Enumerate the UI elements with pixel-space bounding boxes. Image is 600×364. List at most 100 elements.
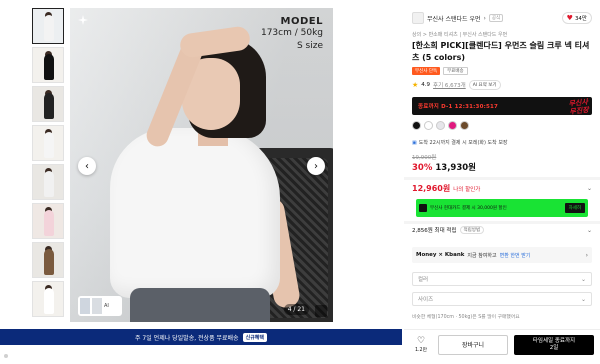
model-tshirt bbox=[110, 128, 280, 298]
price-row: 30% 13,930원 bbox=[412, 161, 476, 173]
brand-like-count: 34만 bbox=[574, 16, 587, 22]
chevron-right-icon: › bbox=[585, 251, 588, 259]
sparkle-icon[interactable] bbox=[78, 15, 88, 25]
product-info-panel: 무신사 스탠다드 우먼 › 공식 ♥ 34만 상의 > 반소매 티셔츠 | 무신… bbox=[404, 0, 600, 364]
like-button[interactable]: ♡ 1.2만 bbox=[410, 336, 432, 353]
brand-logo[interactable] bbox=[412, 12, 424, 24]
breadcrumb[interactable]: 상의 > 반소매 티셔츠 | 무신사 스탠다드 우먼 bbox=[412, 31, 507, 38]
thumbnail[interactable] bbox=[32, 242, 64, 278]
money-text: 지금 참여하고 bbox=[467, 252, 497, 259]
expand-icon[interactable] bbox=[315, 305, 327, 317]
divider bbox=[404, 177, 600, 180]
sale-price: 13,930원 bbox=[435, 163, 476, 173]
card-offer-banner[interactable]: 무신사 현대카드 결제 시 30,000원 할인 자세히 bbox=[416, 199, 588, 217]
image-counter: 4 / 21 bbox=[283, 304, 309, 315]
thumbnail[interactable] bbox=[32, 125, 64, 161]
brand-like-button[interactable]: ♥ 34만 bbox=[561, 12, 592, 24]
heart-icon: ♥ bbox=[566, 13, 573, 22]
color-swatch[interactable] bbox=[436, 121, 445, 130]
points-text: 2,856원 최대 적립 bbox=[412, 228, 457, 234]
divider bbox=[404, 221, 600, 224]
timesale-banner[interactable]: 종료까지 D-1 12:31:30:517 무신사 무진장 bbox=[412, 97, 592, 115]
size-select[interactable]: 사이즈 ⌄ bbox=[412, 292, 592, 306]
timesale-logo-line: 무진장 bbox=[568, 105, 589, 115]
buy-button-line: 타임세일 종료까지 bbox=[532, 337, 576, 344]
main-product-image[interactable]: MODEL 173cm / 50kg S size ‹ › AI 4 / 21 bbox=[70, 8, 333, 322]
chevron-right-icon: › bbox=[314, 160, 318, 172]
money-logo: Money × Kbank bbox=[416, 252, 465, 258]
product-title: [한소희 PICK][클렌다드] 우먼즈 슬림 크루 넥 티셔츠 (5 colo… bbox=[412, 41, 590, 62]
color-swatch[interactable] bbox=[448, 121, 457, 130]
ai-summary-chip[interactable]: AI 요약 보기 bbox=[468, 80, 501, 90]
buy-button-line: 2일 bbox=[549, 344, 559, 351]
promo-banner[interactable]: 주 7일 언제나 당일발송, 전상품 무료배송 신규혜택 bbox=[0, 329, 402, 345]
card-logo-icon bbox=[419, 204, 427, 212]
points-row[interactable]: 2,856원 최대 적립 적립방법 ⌄ bbox=[412, 226, 592, 234]
model-size: S size bbox=[296, 41, 323, 51]
add-to-cart-button[interactable]: 장바구니 bbox=[438, 334, 508, 355]
member-price-label: 나의 할인가 bbox=[453, 186, 481, 193]
chevron-down-icon: ⌄ bbox=[586, 226, 592, 234]
brand-row: 무신사 스탠다드 우먼 › 공식 ♥ 34만 bbox=[412, 11, 592, 25]
chevron-down-icon: ⌄ bbox=[586, 185, 592, 192]
color-swatch[interactable] bbox=[460, 121, 469, 130]
color-swatch[interactable] bbox=[412, 121, 421, 130]
like-count: 1.2만 bbox=[414, 348, 428, 353]
chevron-down-icon: ⌄ bbox=[580, 275, 586, 283]
color-swatches bbox=[412, 121, 469, 130]
points-method-chip[interactable]: 적립방법 bbox=[459, 226, 485, 234]
discount-rate: 30% bbox=[412, 163, 433, 173]
money-link[interactable]: 변환 한번 받기 bbox=[500, 252, 531, 259]
color-swatch[interactable] bbox=[424, 121, 433, 130]
thumbnail[interactable] bbox=[32, 164, 64, 200]
ai-label: AI bbox=[104, 303, 109, 309]
timesale-countdown: 종료까지 D-1 12:31:30:517 bbox=[418, 104, 499, 110]
chevron-right-icon: › bbox=[483, 14, 486, 22]
brand-official-chip: 공식 bbox=[488, 14, 504, 22]
original-price: 19,900원 bbox=[412, 155, 437, 161]
chevron-left-icon: ‹ bbox=[85, 160, 89, 172]
color-select-label: 컬러 bbox=[418, 277, 429, 283]
timesale-logo: 무신사 무진장 bbox=[568, 98, 589, 115]
thumbnail[interactable] bbox=[32, 86, 64, 122]
product-badges: 무신사 단독 무료배송 bbox=[412, 67, 468, 75]
promo-chip: 신규혜택 bbox=[242, 332, 267, 342]
money-promo[interactable]: Money × Kbank 지금 참여하고 변환 한번 받기 › bbox=[412, 247, 592, 263]
thumbnail[interactable] bbox=[32, 8, 64, 44]
thumbnail[interactable] bbox=[32, 203, 64, 239]
model-height-weight: 173cm / 50kg bbox=[260, 28, 323, 38]
ai-fitting-button[interactable]: AI bbox=[78, 296, 122, 316]
brand-name[interactable]: 무신사 스탠다드 우먼 bbox=[427, 14, 481, 23]
next-image-button[interactable]: › bbox=[307, 157, 325, 175]
section-dot bbox=[4, 354, 8, 358]
free-shipping-badge: 무료배송 bbox=[443, 67, 468, 75]
chevron-down-icon: ⌄ bbox=[580, 295, 586, 303]
thumbnail[interactable] bbox=[32, 47, 64, 83]
color-select[interactable]: 컬러 ⌄ bbox=[412, 272, 592, 286]
review-link[interactable]: 후기 6,673개 bbox=[433, 81, 466, 89]
purchase-bar: ♡ 1.2만 장바구니 타임세일 종료까지 2일 bbox=[404, 329, 600, 359]
thumbnail[interactable] bbox=[32, 281, 64, 317]
delivery-text: 도착 22시까지 결제 시 모레(화) 도착 보장 bbox=[418, 140, 508, 146]
card-offer-text: 무신사 현대카드 결제 시 30,000원 할인 bbox=[430, 206, 507, 211]
rating-row: ★ 4.9 후기 6,673개 AI 요약 보기 bbox=[412, 80, 501, 90]
star-icon: ★ bbox=[412, 81, 419, 89]
size-select-label: 사이즈 bbox=[418, 297, 434, 303]
fit-recommendation: 비슷한 체형(170cm · 50kg)은 S를 많이 구매했어요 bbox=[412, 315, 520, 320]
thumbnail-list bbox=[32, 8, 64, 320]
rating-value: 4.9 bbox=[421, 82, 431, 88]
model-title: MODEL bbox=[280, 16, 323, 27]
ai-thumbnail bbox=[80, 298, 90, 314]
previous-image-button[interactable]: ‹ bbox=[78, 157, 96, 175]
heart-outline-icon: ♡ bbox=[416, 336, 426, 346]
truck-icon: ▣ bbox=[412, 139, 417, 146]
buy-now-button[interactable]: 타임세일 종료까지 2일 bbox=[514, 334, 594, 355]
promo-text: 주 7일 언제나 당일발송, 전상품 무료배송 bbox=[135, 334, 239, 342]
exclusive-badge: 무신사 단독 bbox=[412, 67, 441, 75]
delivery-info: ▣ 도착 22시까지 결제 시 모레(화) 도착 보장 bbox=[412, 139, 508, 147]
model-info: MODEL 173cm / 50kg S size bbox=[261, 16, 323, 53]
member-price-row[interactable]: 12,960원 나의 할인가 ⌄ bbox=[412, 183, 592, 194]
model-pants bbox=[130, 288, 270, 322]
ai-thumbnail bbox=[92, 298, 102, 314]
card-offer-details-button[interactable]: 자세히 bbox=[564, 203, 585, 213]
